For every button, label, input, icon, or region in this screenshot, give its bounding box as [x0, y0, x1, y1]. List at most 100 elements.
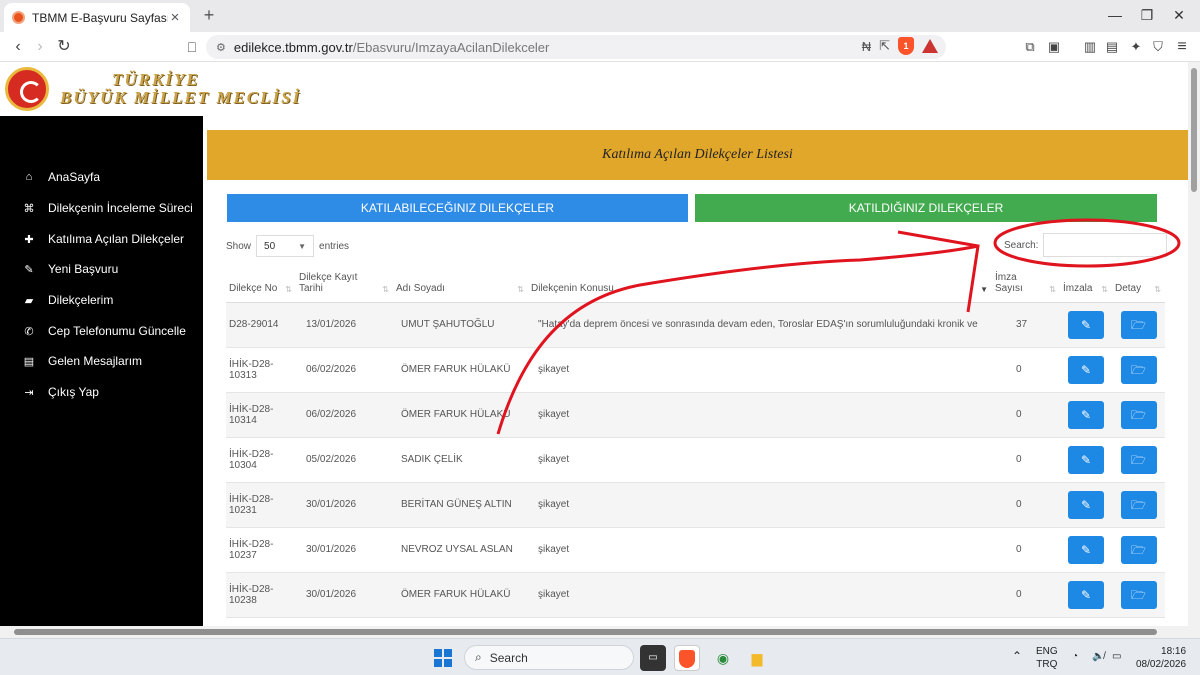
site-info-icon[interactable]: ⚙	[216, 41, 226, 54]
screenshot-icon[interactable]: ▣	[1042, 35, 1066, 59]
sign-button[interactable]: ✎	[1068, 355, 1104, 384]
detail-button[interactable]: 🗁	[1120, 490, 1157, 519]
wallet-icon[interactable]: ▤	[1100, 35, 1124, 59]
sidebar-toggle-icon[interactable]: ▥	[1078, 35, 1102, 59]
sign-button[interactable]: ✎	[1068, 580, 1104, 609]
sidebar-item-open-petitions[interactable]: ✚ Katılıma Açılan Dilekçeler	[0, 226, 203, 252]
url-host: edilekce.tbmm.gov.tr	[233, 39, 353, 55]
table-row: İHİK-D28- 10237 30/01/2026 NEVROZ UYSAL A…	[226, 527, 1165, 573]
tab-available-petitions[interactable]: KATILABILECEĞINIZ DILEKÇELER	[227, 194, 688, 222]
sign-button[interactable]: ✎	[1068, 445, 1104, 474]
sidebar-item-label: Çıkış Yap	[48, 385, 99, 399]
detail-button[interactable]: 🗁	[1120, 400, 1157, 429]
detail-button[interactable]: 🗁	[1120, 310, 1157, 339]
tab-close-icon[interactable]: ×	[168, 9, 182, 26]
cell-count: 0	[992, 572, 1060, 618]
tab-joined-petitions[interactable]: KATILDIĞINIZ DILEKÇELER	[695, 194, 1157, 222]
battery-icon[interactable]: ▭	[1112, 650, 1121, 663]
brave-browser-taskbar-icon[interactable]	[674, 645, 700, 671]
sidebar-item-home[interactable]: ⌂ AnaSayfa	[0, 164, 203, 190]
back-icon[interactable]: ‹	[6, 35, 30, 59]
pencil-icon: ✎	[24, 263, 34, 276]
col-header-sign[interactable]: İmzala ⇅	[1060, 264, 1112, 303]
leo-ai-icon[interactable]: ✦	[1124, 35, 1148, 59]
bookmark-icon[interactable]: ⎕	[180, 35, 204, 59]
vertical-scroll-thumb[interactable]	[1191, 68, 1197, 192]
new-tab-icon[interactable]: +	[198, 4, 220, 26]
horizontal-scrollbar[interactable]	[0, 626, 1200, 638]
sidebar-item-review-process[interactable]: ⌘ Dilekçenin İnceleme Süreci	[0, 195, 203, 221]
sidebar-item-label: AnaSayfa	[48, 170, 101, 184]
detail-button[interactable]: 🗁	[1120, 535, 1157, 564]
reload-icon[interactable]: ↻	[52, 35, 76, 59]
browser-tab-bar: TBMM E-Başvuru Sayfası × + — ❐ ✕	[0, 0, 1200, 32]
sidebar-item-update-phone[interactable]: ✆ Cep Telefonumu Güncelle	[0, 318, 203, 344]
vpn-icon[interactable]: ⛉	[1146, 35, 1170, 59]
entries-select[interactable]: 50 ▼	[256, 235, 315, 257]
address-bar[interactable]: ⚙ edilekce.tbmm.gov.tr/Ebasvuru/ImzayaAc…	[206, 35, 946, 59]
menu-icon[interactable]: ≡	[1170, 35, 1194, 59]
task-view-icon[interactable]: ▭	[640, 645, 666, 671]
col-header-date[interactable]: Dilekçe Kayıt Tarihi ⇅	[296, 264, 393, 303]
detail-button[interactable]: 🗁	[1120, 355, 1157, 384]
clock[interactable]: 18:16 08/02/2026	[1136, 645, 1186, 671]
detail-button[interactable]: 🗁	[1120, 580, 1157, 609]
col-header-no[interactable]: Dilekçe No ⇅	[226, 264, 296, 303]
share-icon[interactable]: ⇱	[879, 38, 890, 54]
sort-icon: ⇅	[1154, 284, 1161, 294]
sign-button[interactable]: ✎	[1068, 490, 1104, 519]
table-row: İHİK-D28- 10304 05/02/2026 SADIK ÇELİK şi…	[226, 437, 1165, 483]
cell-subject: şikayet	[528, 482, 992, 528]
user-plus-icon: ✚	[24, 233, 34, 246]
tray-chevron-icon[interactable]: ⌃	[1012, 650, 1022, 663]
sidebar-item-messages[interactable]: ▤ Gelen Mesajlarım	[0, 348, 203, 374]
brave-rewards-icon[interactable]	[922, 39, 938, 53]
tbmm-logo[interactable]	[5, 67, 49, 111]
sidebar-item-logout[interactable]: ⇥ Çıkış Yap	[0, 379, 203, 405]
wifi-icon[interactable]: ◔	[1072, 650, 1078, 663]
cell-no: İHİK-D28- 10237	[226, 527, 296, 573]
cell-date: 30/01/2026	[296, 527, 393, 573]
reader-mode-icon[interactable]: ₦	[862, 39, 871, 54]
sidebar-item-new-application[interactable]: ✎ Yeni Başvuru	[0, 256, 203, 282]
language-indicator[interactable]: ENG TRQ	[1036, 645, 1058, 671]
volume-muted-icon[interactable]: 🔈̸	[1092, 650, 1104, 663]
sidebar-item-label: Gelen Mesajlarım	[48, 354, 143, 368]
col-header-subject[interactable]: Dilekçenin Konusu ▼	[528, 264, 992, 303]
site-favicon-icon	[12, 11, 25, 24]
sign-button[interactable]: ✎	[1068, 310, 1104, 339]
sign-button[interactable]: ✎	[1068, 400, 1104, 429]
taskbar-search[interactable]: ⌕ Search	[464, 645, 634, 670]
inbox-icon: ▤	[23, 355, 35, 368]
horizontal-scroll-thumb[interactable]	[14, 629, 1157, 635]
sidebar: ⌂ AnaSayfa ⌘ Dilekçenin İnceleme Süreci ✚ K…	[0, 116, 203, 626]
windows-start-icon[interactable]	[434, 649, 452, 667]
col-header-detail[interactable]: Detay ⇅	[1112, 264, 1165, 303]
table-header-row: Dilekçe No ⇅ Dilekçe Kayıt Tarihi ⇅ Adı Soy…	[226, 264, 1165, 303]
cell-name: ÖMER FARUK HÜLAKÜ	[393, 392, 528, 438]
entries-value: 50	[264, 240, 276, 252]
institution-icon: ⌘	[23, 202, 35, 215]
forward-icon[interactable]: ›	[28, 35, 52, 59]
close-window-button[interactable]: ✕	[1156, 0, 1200, 32]
vertical-scrollbar[interactable]	[1188, 62, 1200, 626]
file-explorer-icon[interactable]: ▆	[744, 645, 770, 671]
detail-button[interactable]: 🗁	[1120, 445, 1157, 474]
cell-count: 0	[992, 482, 1060, 528]
sidebar-item-label: Cep Telefonumu Güncelle	[48, 324, 186, 338]
taskbar-search-placeholder: Search	[489, 650, 528, 665]
globe-app-icon[interactable]: ◉	[710, 645, 736, 671]
col-header-name[interactable]: Adı Soyadı ⇅	[393, 264, 528, 303]
browser-tab[interactable]: TBMM E-Başvuru Sayfası ×	[4, 3, 190, 32]
sidebar-item-label: Yeni Başvuru	[48, 262, 119, 276]
extensions-icon[interactable]: ⧉	[1018, 35, 1042, 59]
col-header-count[interactable]: İmza Sayısı ⇅	[992, 264, 1060, 303]
cell-subject: "Hatay'da deprem öncesi ve sonrasında de…	[528, 302, 992, 348]
cell-count: 0	[992, 437, 1060, 483]
sign-button[interactable]: ✎	[1068, 535, 1104, 564]
sidebar-item-my-petitions[interactable]: ▰ Dilekçelerim	[0, 287, 203, 313]
brave-shields-icon[interactable]: 1	[898, 37, 914, 55]
main-content: Katılıma Açılan Dilekçeler Listesi KATIL…	[207, 130, 1188, 626]
show-label: Show	[226, 240, 252, 252]
search-input[interactable]	[1043, 233, 1168, 257]
